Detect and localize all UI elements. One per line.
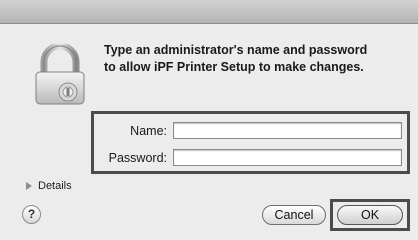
window-titlebar[interactable] — [0, 0, 418, 24]
name-field[interactable] — [173, 122, 402, 139]
name-label: Name: — [130, 124, 167, 138]
help-icon: ? — [27, 207, 36, 221]
details-label: Details — [38, 180, 72, 192]
cancel-button[interactable]: Cancel — [262, 205, 326, 225]
prompt-line-2: to allow iPF Printer Setup to make chang… — [104, 60, 364, 74]
disclosure-triangle-icon — [26, 182, 32, 190]
authentication-prompt: Type an administrator's name and passwor… — [104, 42, 404, 76]
ok-label: OK — [360, 208, 380, 222]
help-button[interactable]: ? — [22, 205, 41, 224]
password-field[interactable] — [173, 149, 402, 166]
prompt-line-1: Type an administrator's name and passwor… — [104, 43, 368, 57]
cancel-label: Cancel — [274, 208, 314, 222]
details-disclosure[interactable]: Details — [26, 180, 72, 192]
password-label: Password: — [108, 151, 167, 165]
padlock-icon — [35, 44, 85, 105]
ok-button[interactable]: OK — [337, 205, 403, 225]
